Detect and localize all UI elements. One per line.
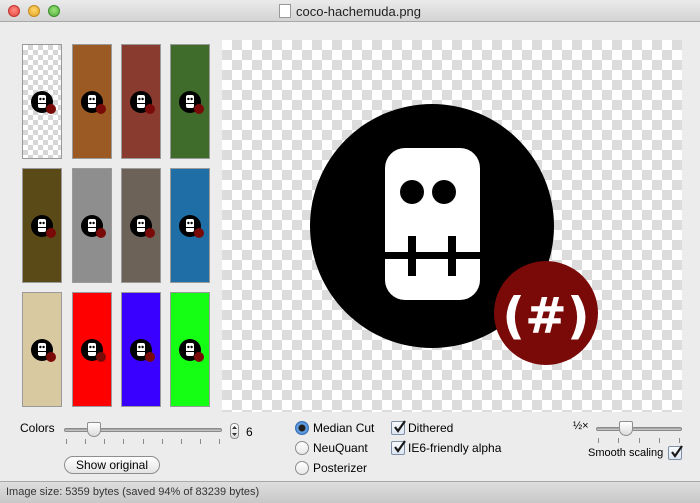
smooth-scaling-label: Smooth scaling [588,447,664,459]
thumbnail-logo-icon [81,215,106,238]
thumbnail-logo-icon [179,215,204,238]
thumbnail-logo-icon [130,215,155,238]
thumbnail-logo-icon [179,339,204,362]
thumbnail-parchment[interactable] [22,292,62,407]
image-preview[interactable]: (#) [222,40,682,412]
window-title-wrap: coco-hachemuda.png [0,4,700,19]
title-bar: coco-hachemuda.png [0,0,700,22]
svg-text:(#): (#) [502,287,590,345]
thumbnail-logo-icon [81,339,106,362]
thumbnail-moss[interactable] [22,168,62,283]
main-content: (#) Colors 6 Show original Median Cut Neu… [0,22,700,481]
thumbnail-logo-icon [81,91,106,114]
thumbnail-logo-icon [130,339,155,362]
thumbnail-stones[interactable] [121,168,161,283]
status-bar: Image size: 5359 bytes (saved 94% of 832… [0,481,700,503]
thumbnail-logo-icon [31,215,56,238]
thumbnail-bricks[interactable] [121,44,161,159]
zoom-label: ½× [573,420,589,432]
checkbox-label: Dithered [408,421,454,435]
colors-slider-knob[interactable] [87,422,102,437]
colors-stepper[interactable] [230,423,239,439]
thumbnail-water[interactable] [170,168,210,283]
thumbnail-leaves[interactable] [170,44,210,159]
radio-neuquant[interactable] [295,441,309,455]
preview-logo: (#) [310,104,598,365]
thumbnail-metal-spikes[interactable] [72,168,112,283]
radio-median-cut[interactable] [295,421,309,435]
zoom-slider-knob[interactable] [619,421,634,436]
radio-label: Posterizer [313,461,368,475]
thumbnail-logo-icon [31,339,56,362]
thumbnail-rust[interactable] [72,44,112,159]
thumbnail-logo-icon [179,91,204,114]
status-text: Image size: 5359 bytes (saved 94% of 832… [6,486,260,498]
thumbnail-green[interactable] [170,292,210,407]
thumbnail-transparent[interactable] [22,44,62,159]
thumbnail-blue[interactable] [121,292,161,407]
document-icon [278,4,291,18]
radio-posterizer[interactable] [295,461,309,475]
checkbox-ie6-friendly-alpha[interactable] [391,440,406,455]
show-original-button[interactable]: Show original [64,456,160,474]
thumbnail-logo-icon [31,91,56,114]
thumbnail-red[interactable] [72,292,112,407]
window-title: coco-hachemuda.png [295,4,422,19]
radio-label: NeuQuant [313,441,368,455]
thumbnail-logo-icon [130,91,155,114]
colors-label: Colors [20,421,55,435]
radio-label: Median Cut [313,421,375,435]
checkbox-dithered[interactable] [391,420,406,435]
smooth-scaling-checkbox[interactable] [668,445,683,460]
colors-value: 6 [246,425,253,439]
checkbox-label: IE6-friendly alpha [408,441,502,455]
